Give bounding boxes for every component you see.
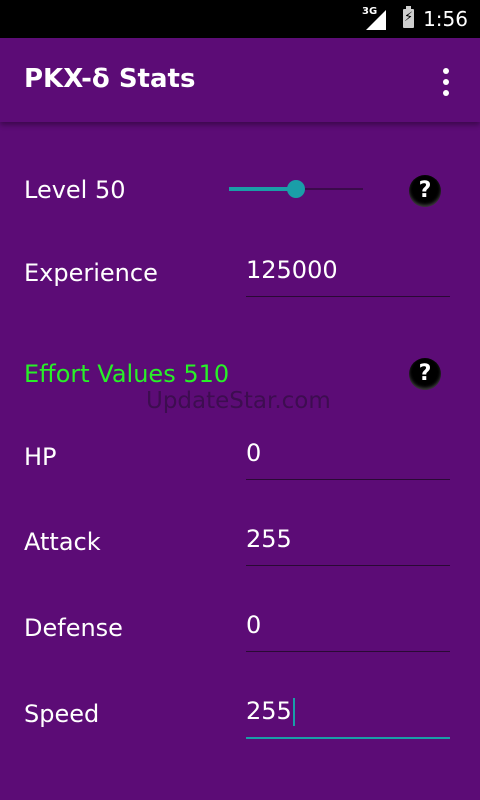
level-slider[interactable] <box>229 178 363 200</box>
level-help-icon[interactable]: ? <box>409 175 441 207</box>
watermark: UpdateStar.com <box>146 388 331 414</box>
attack-field[interactable]: 255 <box>246 521 450 566</box>
app-title: PKX-δ Stats <box>24 64 196 94</box>
hp-field[interactable]: 0 <box>246 435 450 480</box>
hp-value: 0 <box>246 439 262 467</box>
slider-fill <box>229 187 296 191</box>
speed-label: Speed <box>24 700 100 728</box>
experience-value: 125000 <box>246 256 338 284</box>
speed-value: 255 <box>246 697 292 725</box>
overflow-menu-icon[interactable] <box>430 66 462 98</box>
signal-icon <box>366 10 386 30</box>
speed-field[interactable]: 255 <box>246 693 450 739</box>
app-bar: PKX-δ Stats <box>0 38 480 122</box>
level-label: Level 50 <box>24 176 126 204</box>
attack-value: 255 <box>246 525 292 553</box>
status-bar: 3G ⚡ 1:56 <box>0 0 480 38</box>
text-cursor <box>292 698 295 726</box>
experience-field[interactable]: 125000 <box>246 252 450 297</box>
defense-value: 0 <box>246 611 262 639</box>
clock: 1:56 <box>423 7 468 31</box>
attack-label: Attack <box>24 528 101 556</box>
hp-label: HP <box>24 443 57 471</box>
battery-icon: ⚡ <box>403 6 414 28</box>
effort-values-header: Effort Values 510 <box>24 360 230 388</box>
slider-thumb[interactable] <box>287 180 305 198</box>
experience-label: Experience <box>24 259 158 287</box>
defense-field[interactable]: 0 <box>246 607 450 652</box>
defense-label: Defense <box>24 614 123 642</box>
effort-values-help-icon[interactable]: ? <box>409 358 441 390</box>
